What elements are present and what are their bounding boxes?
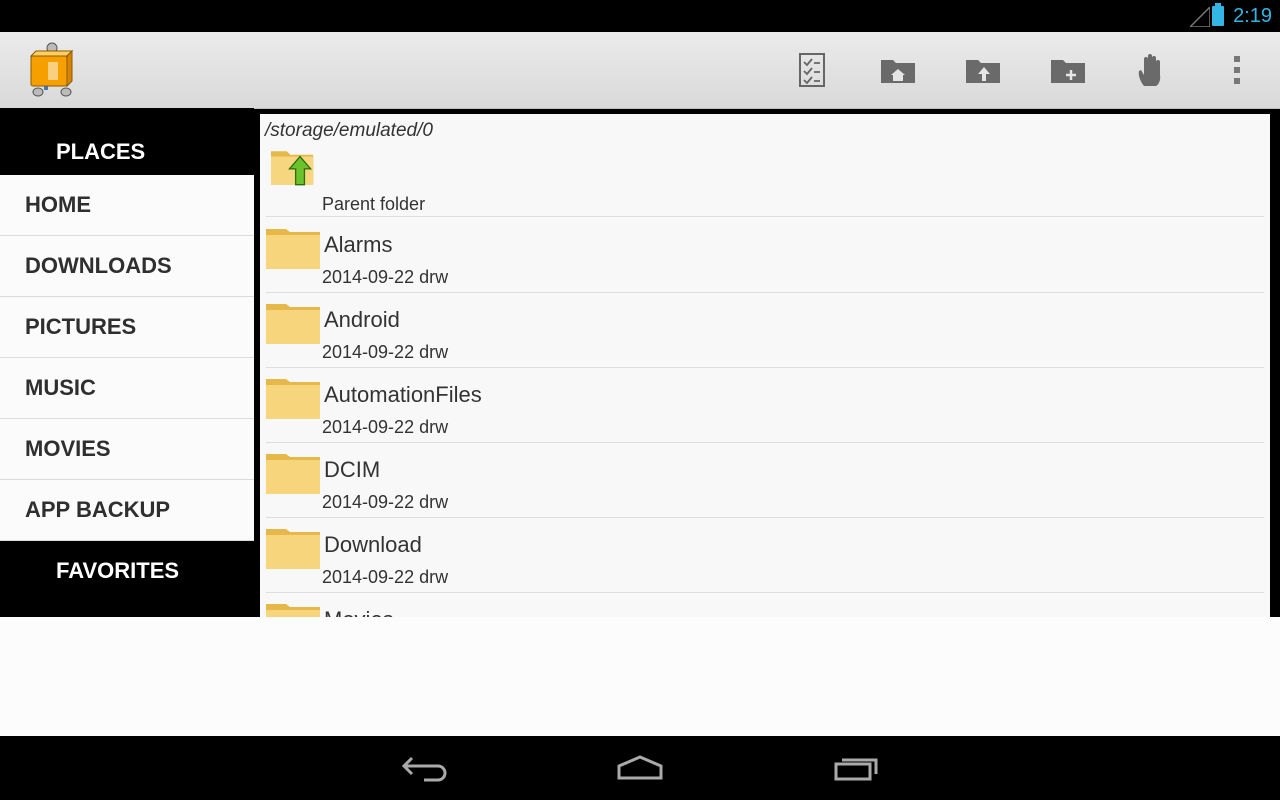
folder-icon (266, 529, 320, 569)
hand-icon (1138, 54, 1161, 86)
battery-icon (1212, 3, 1224, 26)
list-item[interactable]: Movies (266, 592, 1264, 617)
home-icon (617, 755, 663, 780)
multi-select-button[interactable] (790, 50, 834, 90)
folder-icon (266, 604, 320, 617)
folder-meta: 2014-09-22 drw (322, 417, 449, 437)
checklist-icon (799, 53, 825, 87)
list-item[interactable]: AutomationFiles 2014-09-22 drw (266, 367, 1264, 443)
sidebar-item-music[interactable]: MUSIC (0, 358, 254, 419)
navigation-bar (0, 736, 1280, 800)
signal-icon (1190, 7, 1210, 27)
folder-up-icon (966, 60, 1000, 83)
list-item[interactable]: DCIM 2014-09-22 drw (266, 442, 1264, 518)
folder-name: Android (324, 307, 400, 332)
status-bar: 2:19 (0, 0, 1280, 32)
folder-icon (266, 229, 320, 269)
sidebar-item-downloads[interactable]: DOWNLOADS (0, 236, 254, 297)
places-sidebar: PLACES HOME DOWNLOADS PICTURES MUSIC MOV… (0, 108, 254, 602)
folder-home-icon (881, 60, 915, 83)
current-path: /storage/emulated/0 (265, 120, 433, 141)
folder-up-icon (271, 151, 314, 186)
parent-folder-row[interactable]: Parent folder (266, 142, 1264, 217)
list-item[interactable]: Alarms 2014-09-22 drw (266, 217, 1264, 293)
folder-icon (266, 454, 320, 494)
folder-add-icon (1051, 60, 1085, 83)
places-list: HOME DOWNLOADS PICTURES MUSIC MOVIES APP… (0, 175, 254, 541)
list-scrollbar[interactable] (1272, 114, 1275, 617)
recents-button[interactable] (826, 748, 886, 788)
folder-icon (266, 379, 320, 419)
folder-name: DCIM (324, 457, 381, 482)
folder-meta: 2014-09-22 drw (322, 267, 449, 287)
list-item[interactable]: Download 2014-09-22 drw (266, 517, 1264, 593)
sidebar-item-pictures[interactable]: PICTURES (0, 297, 254, 358)
action-bar (0, 32, 1280, 109)
back-icon (401, 756, 447, 782)
folder-meta: 2014-09-22 drw (322, 342, 449, 362)
home-folder-button[interactable] (876, 50, 920, 90)
parent-folder-label: Parent folder (322, 194, 426, 214)
folder-name: AutomationFiles (324, 382, 482, 407)
sidebar-item-home[interactable]: HOME (0, 175, 254, 236)
new-folder-button[interactable] (1046, 50, 1090, 90)
overflow-menu-button[interactable] (1215, 50, 1259, 90)
home-button[interactable] (610, 748, 670, 788)
sidebar-item-movies[interactable]: MOVIES (0, 419, 254, 480)
places-header: PLACES (56, 139, 146, 164)
empty-area (0, 617, 1280, 736)
folder-name: Alarms (324, 232, 393, 257)
file-manager-app-icon[interactable] (26, 42, 78, 98)
folder-name: Download (324, 532, 422, 557)
folder-name: Movies (324, 607, 394, 617)
folder-icon (266, 304, 320, 344)
folder-meta: 2014-09-22 drw (322, 492, 449, 512)
favorites-header: FAVORITES (56, 558, 180, 583)
folder-meta: 2014-09-22 drw (322, 567, 449, 587)
hand-button[interactable] (1129, 50, 1173, 90)
list-item[interactable]: Android 2014-09-22 drw (266, 292, 1264, 368)
up-folder-button[interactable] (961, 50, 1005, 90)
file-list-panel: /storage/emulated/0 Parent folder Alarms… (260, 114, 1270, 617)
more-vert-icon (1234, 56, 1240, 84)
status-time: 2:19 (1233, 5, 1272, 27)
recents-icon (834, 758, 878, 781)
back-button[interactable] (394, 748, 454, 788)
sidebar-item-app-backup[interactable]: APP BACKUP (0, 480, 254, 541)
